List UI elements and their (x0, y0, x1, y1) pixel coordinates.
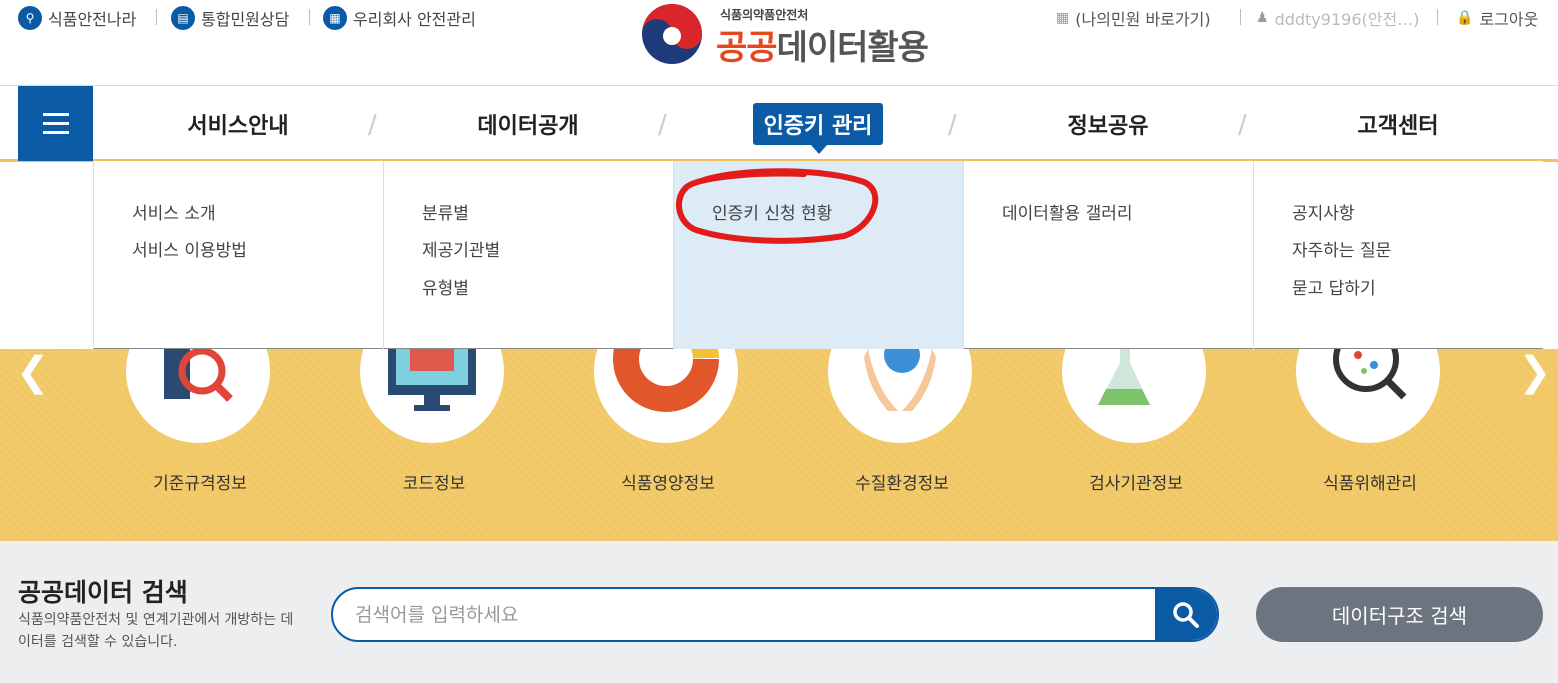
menu-item-by-type[interactable]: 유형별 (422, 274, 469, 299)
menu-col-support: 공지사항 자주하는 질문 묻고 답하기 (1253, 161, 1543, 349)
prev-arrow-icon[interactable]: ❮ (16, 349, 50, 395)
menu-item-by-provider[interactable]: 제공기관별 (422, 236, 500, 261)
link-company-safety[interactable]: ▦ 우리회사 안전관리 (323, 6, 476, 30)
service-label: 식품영양정보 (621, 474, 715, 494)
service-label: 검사기관정보 (1089, 474, 1183, 494)
next-arrow-icon[interactable]: ❯ (1518, 349, 1552, 395)
link-label: (나의민원 바로가기) (1075, 10, 1211, 29)
search-icon: ⚲ (18, 6, 42, 30)
service-nutrition[interactable]: 식품영양정보 (558, 299, 778, 541)
divider (309, 9, 310, 25)
logout-label: 로그아웃 (1479, 10, 1539, 29)
divider (1240, 9, 1241, 25)
service-label: 수질환경정보 (855, 474, 949, 494)
search-button[interactable] (1155, 589, 1217, 640)
menu-item-service-intro[interactable]: 서비스 소개 (132, 199, 216, 224)
menu-col-service: 서비스 소개 서비스 이용방법 (93, 161, 383, 349)
search-title: 공공데이터 검색 (18, 578, 188, 607)
page: ⚲ 식품안전나라 ▤ 통합민원상담 ▦ 우리회사 안전관리 식품의약품안전처 공… (0, 0, 1558, 683)
menu-item-gallery[interactable]: 데이터활용 갤러리 (1002, 199, 1133, 224)
document-icon: ▤ (171, 6, 195, 30)
menu-item-qna[interactable]: 묻고 답하기 (1292, 274, 1376, 299)
link-integrated-petition[interactable]: ▤ 통합민원상담 (171, 6, 289, 30)
menu-col-auth-key: 인증키 신청 현황 (673, 161, 963, 349)
link-my-petition[interactable]: ▦ (나의민원 바로가기) (1056, 6, 1211, 30)
service-water[interactable]: 수질환경정보 (792, 299, 1012, 541)
logout-link[interactable]: 🔒 로그아웃 (1456, 6, 1538, 30)
menu-col-data: 분류별 제공기관별 유형별 (383, 161, 673, 349)
menu-item-faq[interactable]: 자주하는 질문 (1292, 236, 1391, 261)
main-nav: 서비스안내 / 데이터공개 / 인증키 관리 / 정보공유 / 고객센터 (0, 86, 1558, 162)
logo-title-b: 데이터활용 (776, 28, 929, 68)
building-icon: ▦ (323, 6, 347, 30)
nav-customer-center[interactable]: 고객센터 (1253, 86, 1543, 161)
service-code[interactable]: 코드정보 (324, 299, 544, 541)
link-label: 통합민원상담 (201, 10, 290, 29)
taegeuk-logo-icon (642, 4, 702, 64)
service-label: 코드정보 (402, 474, 466, 494)
search-box (331, 587, 1219, 642)
search-description: 식품의약품안전처 및 연계기관에서 개방하는 데이터를 검색할 수 있습니다. (18, 612, 294, 650)
hamburger-icon (42, 131, 69, 134)
user-id: dddty9196(안전…) (1274, 10, 1420, 29)
logo-title-a: 공공 (716, 28, 778, 68)
hamburger-menu-button[interactable] (18, 86, 93, 161)
mega-menu-dropdown: 서비스 소개 서비스 이용방법 분류별 제공기관별 유형별 인증키 신청 현황 … (93, 161, 1543, 349)
user-icon: ♟ (1256, 10, 1269, 26)
service-hazard[interactable]: 식품위해관리 (1260, 299, 1480, 541)
divider (1437, 9, 1438, 25)
link-label: 우리회사 안전관리 (353, 10, 476, 29)
building-plus-icon: ▦ (1056, 10, 1070, 26)
search-input[interactable] (355, 589, 1135, 640)
hamburger-icon (42, 122, 69, 125)
site-logo[interactable]: 식품의약품안전처 공공데이터활용 (636, 0, 936, 72)
nav-divider: / (948, 110, 957, 140)
nav-data-open[interactable]: 데이터공개 (383, 86, 673, 161)
service-lab[interactable]: 검사기관정보 (1026, 299, 1246, 541)
logo-title: 공공데이터활용 (716, 20, 929, 69)
data-search-section: 공공데이터 검색 식품의약품안전처 및 연계기관에서 개방하는 데이터를 검색할… (0, 541, 1558, 683)
menu-item-notice[interactable]: 공지사항 (1292, 199, 1355, 224)
service-label: 식품위해관리 (1323, 474, 1417, 494)
data-structure-search-button[interactable]: 데이터구조 검색 (1256, 587, 1543, 642)
user-info[interactable]: ♟ dddty9196(안전…) (1256, 6, 1419, 30)
menu-item-by-category[interactable]: 분류별 (422, 199, 469, 224)
nav-divider: / (1238, 110, 1247, 140)
link-label: 식품안전나라 (48, 10, 137, 29)
service-standards[interactable]: 기준규격정보 (90, 299, 310, 541)
divider (156, 9, 157, 25)
hamburger-icon (42, 113, 69, 116)
service-carousel: ❮ ❯ 기준규격정보 코드정보 식품영양정보 수질환경정보 검사기관정보 식품위… (0, 299, 1558, 541)
search-icon (1173, 601, 1199, 628)
service-label: 기준규격정보 (153, 474, 247, 494)
menu-item-auth-key-status[interactable]: 인증키 신청 현황 (712, 199, 832, 224)
menu-item-service-usage[interactable]: 서비스 이용방법 (132, 236, 247, 261)
nav-info-share[interactable]: 정보공유 (963, 86, 1253, 161)
menu-col-info: 데이터활용 갤러리 (963, 161, 1253, 349)
nav-divider: / (368, 110, 377, 140)
nav-auth-key-active[interactable]: 인증키 관리 (753, 103, 883, 154)
lock-icon: 🔒 (1456, 10, 1474, 26)
nav-service-guide[interactable]: 서비스안내 (93, 86, 383, 161)
link-food-safety[interactable]: ⚲ 식품안전나라 (18, 6, 136, 30)
nav-divider: / (658, 110, 667, 140)
top-utility-bar: ⚲ 식품안전나라 ▤ 통합민원상담 ▦ 우리회사 안전관리 식품의약품안전처 공… (0, 0, 1558, 86)
